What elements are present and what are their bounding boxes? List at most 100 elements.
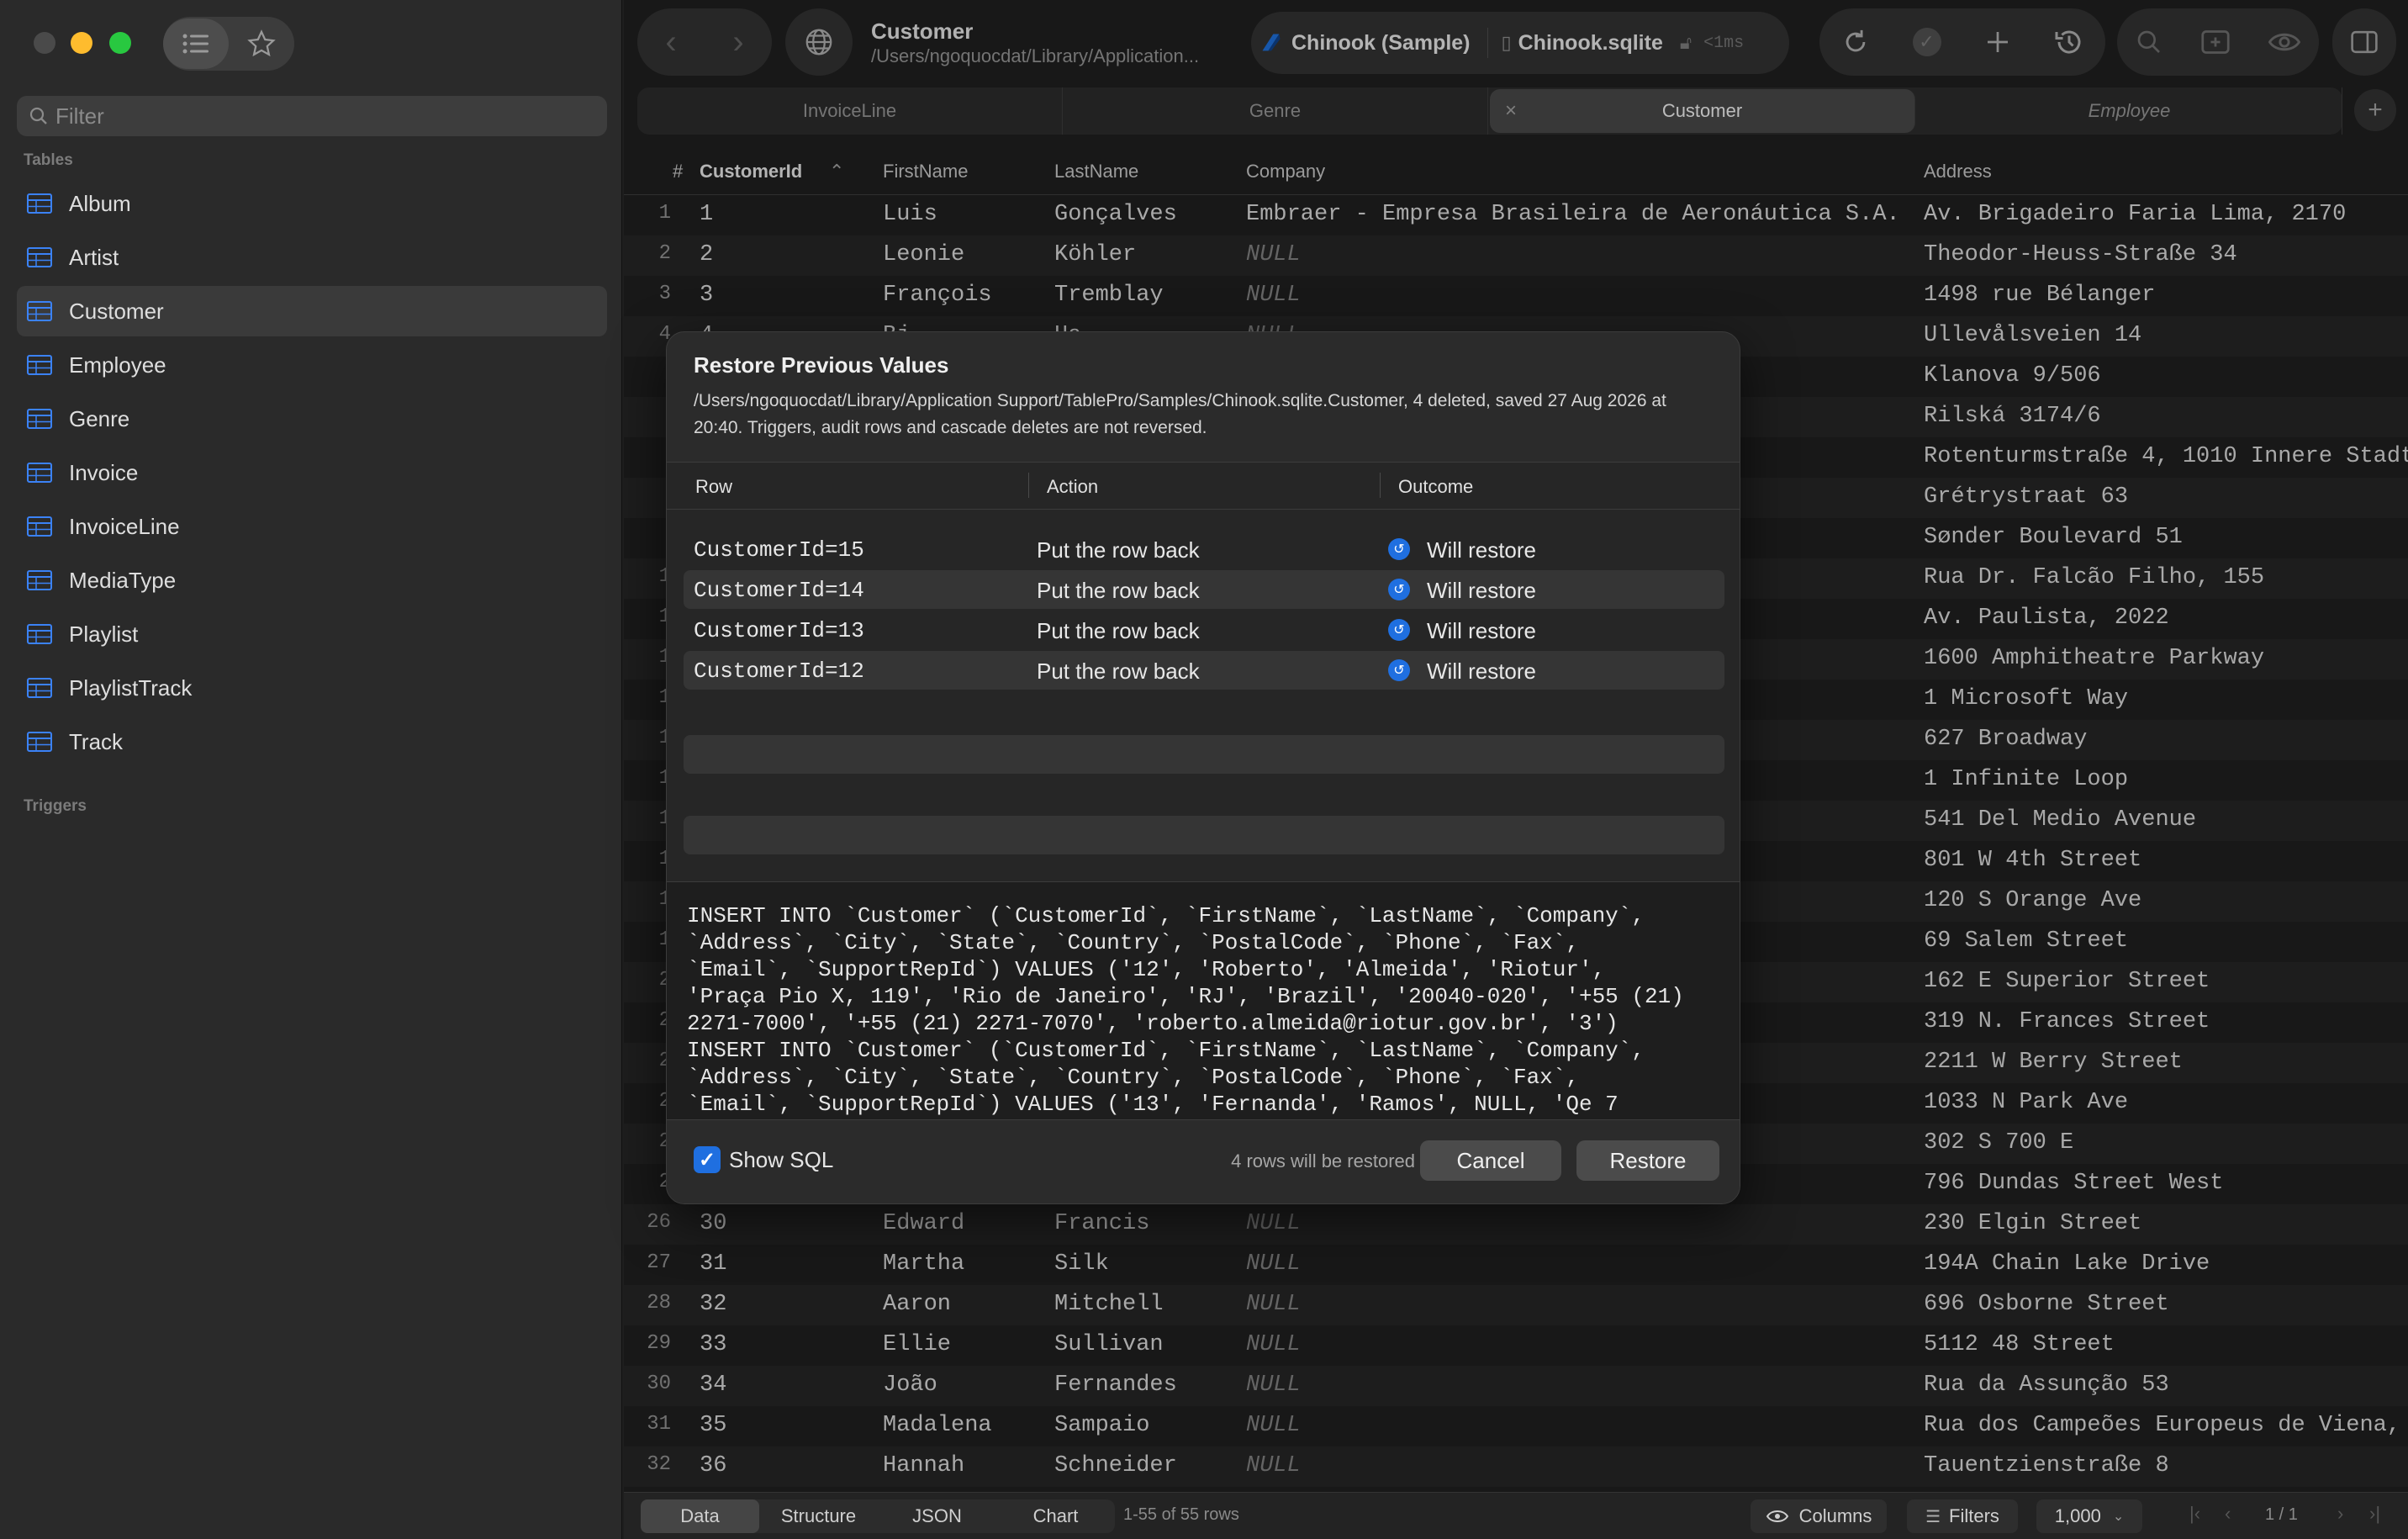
row-action: Put the row back bbox=[1037, 578, 1200, 603]
restore-row[interactable]: CustomerId=15 Put the row back ↺ Will resto… bbox=[684, 530, 1724, 569]
sidebar-mode-toggle bbox=[163, 17, 294, 71]
restore-row[interactable]: CustomerId=12 Put the row back ↺ Will resto… bbox=[684, 651, 1724, 690]
sidebar-item-album[interactable]: Album bbox=[17, 178, 607, 229]
sidebar-item-label: Track bbox=[69, 728, 124, 754]
prev-page-button[interactable]: ‹ bbox=[2225, 1503, 2231, 1525]
header-outcome: Outcome bbox=[1398, 476, 1474, 497]
dialog-subtitle: /Users/ngoquocdat/Library/Application Su… bbox=[694, 391, 1666, 437]
table-icon bbox=[27, 463, 52, 483]
page-size-value: 1,000 bbox=[2054, 1505, 2101, 1526]
sidebar-item-label: Invoice bbox=[69, 459, 139, 485]
dialog-footer: ✓ Show SQL 4 rows will be restored Cance… bbox=[667, 1119, 1740, 1203]
view-tab-json[interactable]: JSON bbox=[878, 1499, 996, 1533]
row-outcome: Will restore bbox=[1427, 537, 1537, 563]
chevron-down-icon: ⌄ bbox=[2112, 1510, 2125, 1524]
row-action: Put the row back bbox=[1037, 618, 1200, 643]
table-icon bbox=[27, 516, 52, 537]
restore-icon: ↺ bbox=[1388, 659, 1410, 681]
filter-placeholder: Filter bbox=[55, 103, 104, 129]
row-action: Put the row back bbox=[1037, 537, 1200, 563]
sidebar-item-label: PlaylistTrack bbox=[69, 674, 193, 701]
first-page-button[interactable]: |‹ bbox=[2189, 1503, 2200, 1525]
search-icon bbox=[29, 107, 47, 124]
sidebar-item-label: Artist bbox=[69, 244, 119, 270]
page-indicator: 1 / 1 bbox=[2265, 1505, 2298, 1524]
restore-icon: ↺ bbox=[1388, 538, 1410, 560]
row-identifier: CustomerId=13 bbox=[694, 618, 864, 643]
view-tab-structure[interactable]: Structure bbox=[759, 1499, 878, 1533]
table-icon bbox=[27, 624, 52, 644]
eye-icon bbox=[1766, 1510, 1788, 1522]
sidebar-item-track[interactable]: Track bbox=[17, 717, 607, 767]
zoom-window-button[interactable] bbox=[109, 32, 131, 54]
show-sql-label[interactable]: Show SQL bbox=[729, 1147, 833, 1173]
star-icon[interactable] bbox=[229, 19, 294, 69]
next-page-button[interactable]: › bbox=[2337, 1503, 2343, 1525]
dialog-title: Restore Previous Values bbox=[694, 352, 949, 378]
table-icon bbox=[27, 247, 52, 267]
row-outcome: Will restore bbox=[1427, 618, 1537, 643]
sidebar-item-customer[interactable]: Customer bbox=[17, 286, 607, 336]
show-sql-checkbox[interactable]: ✓ bbox=[694, 1146, 721, 1173]
sidebar-item-label: Employee bbox=[69, 352, 166, 378]
sidebar-item-label: InvoiceLine bbox=[69, 513, 180, 539]
restore-icon: ↺ bbox=[1388, 579, 1410, 600]
filters-button[interactable]: ☰ Filters bbox=[1907, 1499, 2018, 1533]
sidebar-item-label: Genre bbox=[69, 405, 130, 431]
sidebar-item-label: Playlist bbox=[69, 621, 139, 647]
restore-summary: 4 rows will be restored bbox=[1231, 1150, 1415, 1171]
sidebar-item-employee[interactable]: Employee bbox=[17, 340, 607, 390]
filter-input[interactable]: Filter bbox=[17, 96, 607, 136]
close-window-button[interactable] bbox=[34, 32, 55, 54]
sidebar-item-mediatype[interactable]: MediaType bbox=[17, 555, 607, 606]
status-bar: Data Structure JSON Chart 1-55 of 55 rows C… bbox=[624, 1492, 2408, 1539]
empty-row bbox=[684, 816, 1724, 854]
table-icon bbox=[27, 732, 52, 752]
empty-row bbox=[684, 735, 1724, 774]
row-outcome: Will restore bbox=[1427, 658, 1537, 684]
sidebar-item-playlisttrack[interactable]: PlaylistTrack bbox=[17, 663, 607, 713]
restore-button[interactable]: Restore bbox=[1576, 1140, 1719, 1181]
row-identifier: CustomerId=14 bbox=[694, 578, 864, 603]
cancel-button[interactable]: Cancel bbox=[1420, 1140, 1561, 1181]
filter-icon: ☰ bbox=[1925, 1507, 1941, 1526]
table-icon bbox=[27, 301, 52, 321]
restore-row[interactable]: CustomerId=14 Put the row back ↺ Will resto… bbox=[684, 570, 1724, 609]
sql-preview[interactable]: INSERT INTO `Customer` (`CustomerId`, `F… bbox=[667, 882, 1740, 1119]
table-icon bbox=[27, 409, 52, 429]
row-outcome: Will restore bbox=[1427, 578, 1537, 603]
view-tab-data[interactable]: Data bbox=[641, 1499, 759, 1533]
sidebar-item-invoiceline[interactable]: InvoiceLine bbox=[17, 501, 607, 552]
sidebar-item-label: Customer bbox=[69, 298, 164, 324]
sidebar-item-genre[interactable]: Genre bbox=[17, 394, 607, 444]
restore-row[interactable]: CustomerId=13 Put the row back ↺ Will resto… bbox=[684, 611, 1724, 649]
tables-section-heading: Tables bbox=[24, 151, 73, 169]
table-icon bbox=[27, 678, 52, 698]
restore-table: Row Action Outcome CustomerId=15 Put the … bbox=[667, 462, 1740, 882]
row-count: 1-55 of 55 rows bbox=[1123, 1505, 1239, 1524]
last-page-button[interactable]: ›| bbox=[2369, 1503, 2380, 1525]
restore-table-header: Row Action Outcome bbox=[667, 463, 1740, 510]
header-row: Row bbox=[695, 476, 733, 497]
columns-label: Columns bbox=[1798, 1505, 1872, 1526]
table-icon bbox=[27, 355, 52, 375]
view-mode-tabs: Data Structure JSON Chart bbox=[641, 1499, 1115, 1533]
header-action: Action bbox=[1047, 476, 1099, 497]
sidebar-item-playlist[interactable]: Playlist bbox=[17, 609, 607, 659]
page-size-select[interactable]: 1,000 ⌄ bbox=[2036, 1499, 2142, 1533]
sidebar-item-artist[interactable]: Artist bbox=[17, 232, 607, 283]
row-action: Put the row back bbox=[1037, 658, 1200, 684]
sidebar: Filter Tables Album Artist Customer Employe… bbox=[0, 0, 622, 1539]
view-tab-chart[interactable]: Chart bbox=[996, 1499, 1115, 1533]
list-icon[interactable] bbox=[163, 19, 229, 69]
table-icon bbox=[27, 193, 52, 214]
sidebar-item-invoice[interactable]: Invoice bbox=[17, 447, 607, 498]
restore-icon: ↺ bbox=[1388, 619, 1410, 641]
restore-dialog: Restore Previous Values /Users/ngoquocda… bbox=[666, 331, 1740, 1204]
row-identifier: CustomerId=12 bbox=[694, 658, 864, 684]
sidebar-item-label: MediaType bbox=[69, 567, 177, 593]
triggers-section-heading: Triggers bbox=[24, 797, 87, 815]
filters-label: Filters bbox=[1949, 1505, 1999, 1526]
columns-button[interactable]: Columns bbox=[1751, 1499, 1887, 1533]
minimize-window-button[interactable] bbox=[71, 32, 92, 54]
